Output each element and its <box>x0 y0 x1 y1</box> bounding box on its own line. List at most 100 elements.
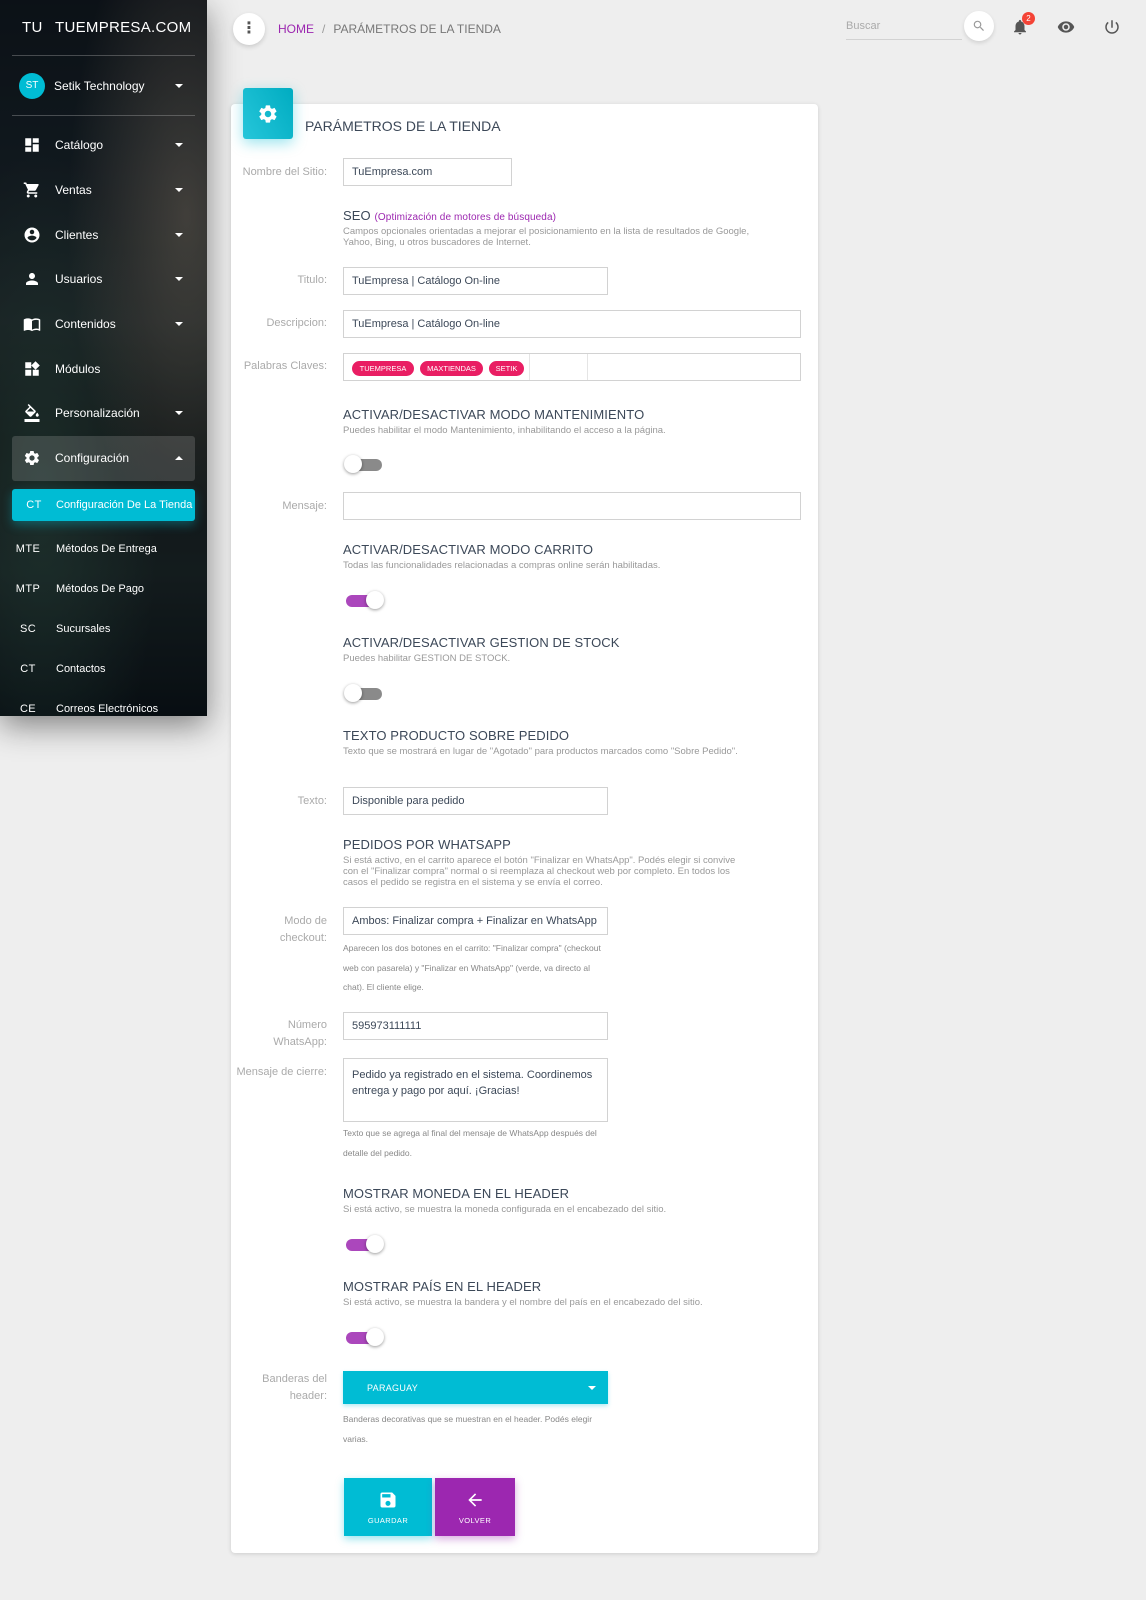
sidebar-subitem-configuracion-tienda[interactable]: CT Configuración De La Tienda <box>12 488 195 521</box>
notifications-button[interactable]: 2 <box>1009 12 1035 38</box>
widgets-icon <box>23 360 41 378</box>
maintenance-toggle[interactable] <box>344 455 382 473</box>
save-button[interactable]: GUARDAR <box>344 1478 432 1536</box>
sidebar-item-clientes[interactable]: Clientes <box>0 212 207 257</box>
titulo-label: Titulo: <box>297 274 327 286</box>
chevron-down-icon <box>175 322 183 327</box>
save-label: GUARDAR <box>367 1515 409 1525</box>
chevron-down-icon <box>175 411 183 416</box>
book-icon <box>23 315 41 333</box>
checkout-mode-label: Modo de checkout: <box>232 913 327 947</box>
search-button[interactable] <box>964 11 994 41</box>
cart-toggle[interactable] <box>346 591 384 609</box>
site-name-input[interactable] <box>343 158 512 186</box>
seo-hint: (Optimización de motores de búsqueda) <box>374 212 557 223</box>
keywords-input[interactable]: TUEMPRESA MAXTIENDAS SETIK <box>343 353 801 381</box>
backorder-description: Texto que se mostrará en lugar de "Agota… <box>343 746 738 757</box>
sidebar-item-usuarios[interactable]: Usuarios <box>0 257 207 302</box>
descripcion-label: Descripcion: <box>266 317 327 329</box>
titulo-input[interactable] <box>343 267 608 295</box>
seo-description: Campos opcionales orientadas a mejorar e… <box>343 226 750 248</box>
mensaje-label: Mensaje: <box>282 500 327 512</box>
breadcrumb: HOME / PARÁMETROS DE LA TIENDA <box>278 22 501 36</box>
subitem-label: Métodos De Pago <box>56 582 145 595</box>
whatsapp-number-input[interactable] <box>343 1012 608 1040</box>
subitem-label: Correos Electrónicos <box>56 702 159 715</box>
sidebar-item-ventas[interactable]: Ventas <box>0 168 207 213</box>
toggle-knob <box>344 455 362 473</box>
sidebar-logo[interactable]: TU TUEMPRESA.COM <box>0 0 207 55</box>
user-menu[interactable]: ST Setik Technology <box>0 56 207 115</box>
dashboard-icon <box>23 136 41 154</box>
country-toggle[interactable] <box>346 1328 384 1346</box>
sidebar-item-label: Personalización <box>55 406 140 421</box>
sidebar-subitem-contactos[interactable]: CT Contactos <box>0 649 207 689</box>
seo-title: SEO (Optimización de motores de búsqueda… <box>343 208 556 223</box>
toggle-knob <box>366 1328 384 1346</box>
chevron-down-icon <box>175 277 183 282</box>
subitem-label: Sucursales <box>56 622 111 635</box>
paint-bucket-icon <box>23 404 41 423</box>
currency-toggle[interactable] <box>346 1235 384 1253</box>
breadcrumb-home[interactable]: HOME <box>278 22 314 36</box>
cart-icon <box>23 181 41 199</box>
chevron-down-icon <box>175 83 183 88</box>
checkout-mode-label-line1: Modo de <box>284 915 327 927</box>
sidebar-toggle-button[interactable]: ⋮ <box>233 13 265 45</box>
toggle-knob <box>366 591 384 609</box>
descripcion-input[interactable] <box>343 310 801 338</box>
page-title: PARÁMETROS DE LA TIENDA <box>305 118 501 134</box>
toggle-knob <box>344 684 362 702</box>
search-input[interactable] <box>846 14 962 38</box>
sidebar-item-label: Catálogo <box>55 138 104 153</box>
sidebar-subitem-correos[interactable]: CE Correos Electrónicos <box>0 689 207 717</box>
card-header-icon <box>243 88 293 139</box>
sidebar-item-catalogo[interactable]: Catálogo <box>0 123 207 168</box>
avatar: ST <box>19 72 45 99</box>
sidebar-item-configuracion[interactable]: Configuración <box>12 435 195 481</box>
currency-title: MOSTRAR MONEDA EN EL HEADER <box>343 1186 570 1201</box>
save-icon <box>380 1492 396 1507</box>
flags-label-line1: Banderas del <box>262 1373 327 1385</box>
checkout-mode-hint: Aparecen los dos botones en el carrito: … <box>343 943 601 992</box>
sidebar-item-contenidos[interactable]: Contenidos <box>0 302 207 347</box>
sidebar-subitem-sucursales[interactable]: SC Sucursales <box>0 609 207 649</box>
preview-button[interactable] <box>1055 16 1077 38</box>
keyword-tag[interactable]: TUEMPRESA <box>352 361 414 376</box>
closing-message-label: Mensaje de cierre: <box>236 1066 328 1078</box>
keywords-label: Palabras Claves: <box>243 360 327 372</box>
mensaje-input[interactable] <box>343 492 801 520</box>
site-name-label: Nombre del Sitio: <box>242 166 327 178</box>
chevron-down-icon <box>588 1385 596 1390</box>
texto-input[interactable] <box>343 787 608 815</box>
sidebar-item-label: Ventas <box>55 183 92 198</box>
sidebar-item-personalizacion[interactable]: Personalización <box>0 391 207 436</box>
divider <box>587 354 588 380</box>
person-icon <box>23 270 41 288</box>
breadcrumb-current: PARÁMETROS DE LA TIENDA <box>333 22 501 36</box>
logout-button[interactable] <box>1101 16 1123 38</box>
stock-toggle[interactable] <box>344 684 382 702</box>
power-icon <box>1105 20 1119 34</box>
closing-message-textarea[interactable]: Pedido ya registrado en el sistema. Coor… <box>343 1058 608 1122</box>
sidebar-subitem-metodos-entrega[interactable]: MTE Métodos De Entrega <box>0 529 207 569</box>
whatsapp-description: Si está activo, en el carrito aparece el… <box>343 855 736 888</box>
sidebar-item-label: Contenidos <box>55 317 116 332</box>
subitem-abbr: MTE <box>15 542 41 555</box>
sidebar-item-modulos[interactable]: Módulos <box>0 346 207 391</box>
back-button[interactable]: VOLVER <box>435 1478 515 1536</box>
divider <box>529 354 530 380</box>
flags-select[interactable]: PARAGUAY <box>343 1371 608 1404</box>
subitem-label: Configuración De La Tienda <box>56 498 193 511</box>
keyword-tag[interactable]: MAXTIENDAS <box>420 361 483 376</box>
sidebar-submenu: CT Configuración De La Tienda MTE Método… <box>0 481 207 717</box>
country-description: Si está activo, se muestra la bandera y … <box>343 1297 703 1308</box>
logo-mini: TU <box>22 19 43 36</box>
gear-icon <box>259 104 277 123</box>
toggle-knob <box>366 1235 384 1253</box>
sidebar-subitem-metodos-pago[interactable]: MTP Métodos De Pago <box>0 569 207 609</box>
maintenance-title: ACTIVAR/DESACTIVAR MODO MANTENIMIENTO <box>343 407 645 422</box>
breadcrumb-separator: / <box>322 22 326 36</box>
keyword-tag[interactable]: SETIK <box>489 361 524 376</box>
checkout-mode-select[interactable] <box>343 907 608 935</box>
